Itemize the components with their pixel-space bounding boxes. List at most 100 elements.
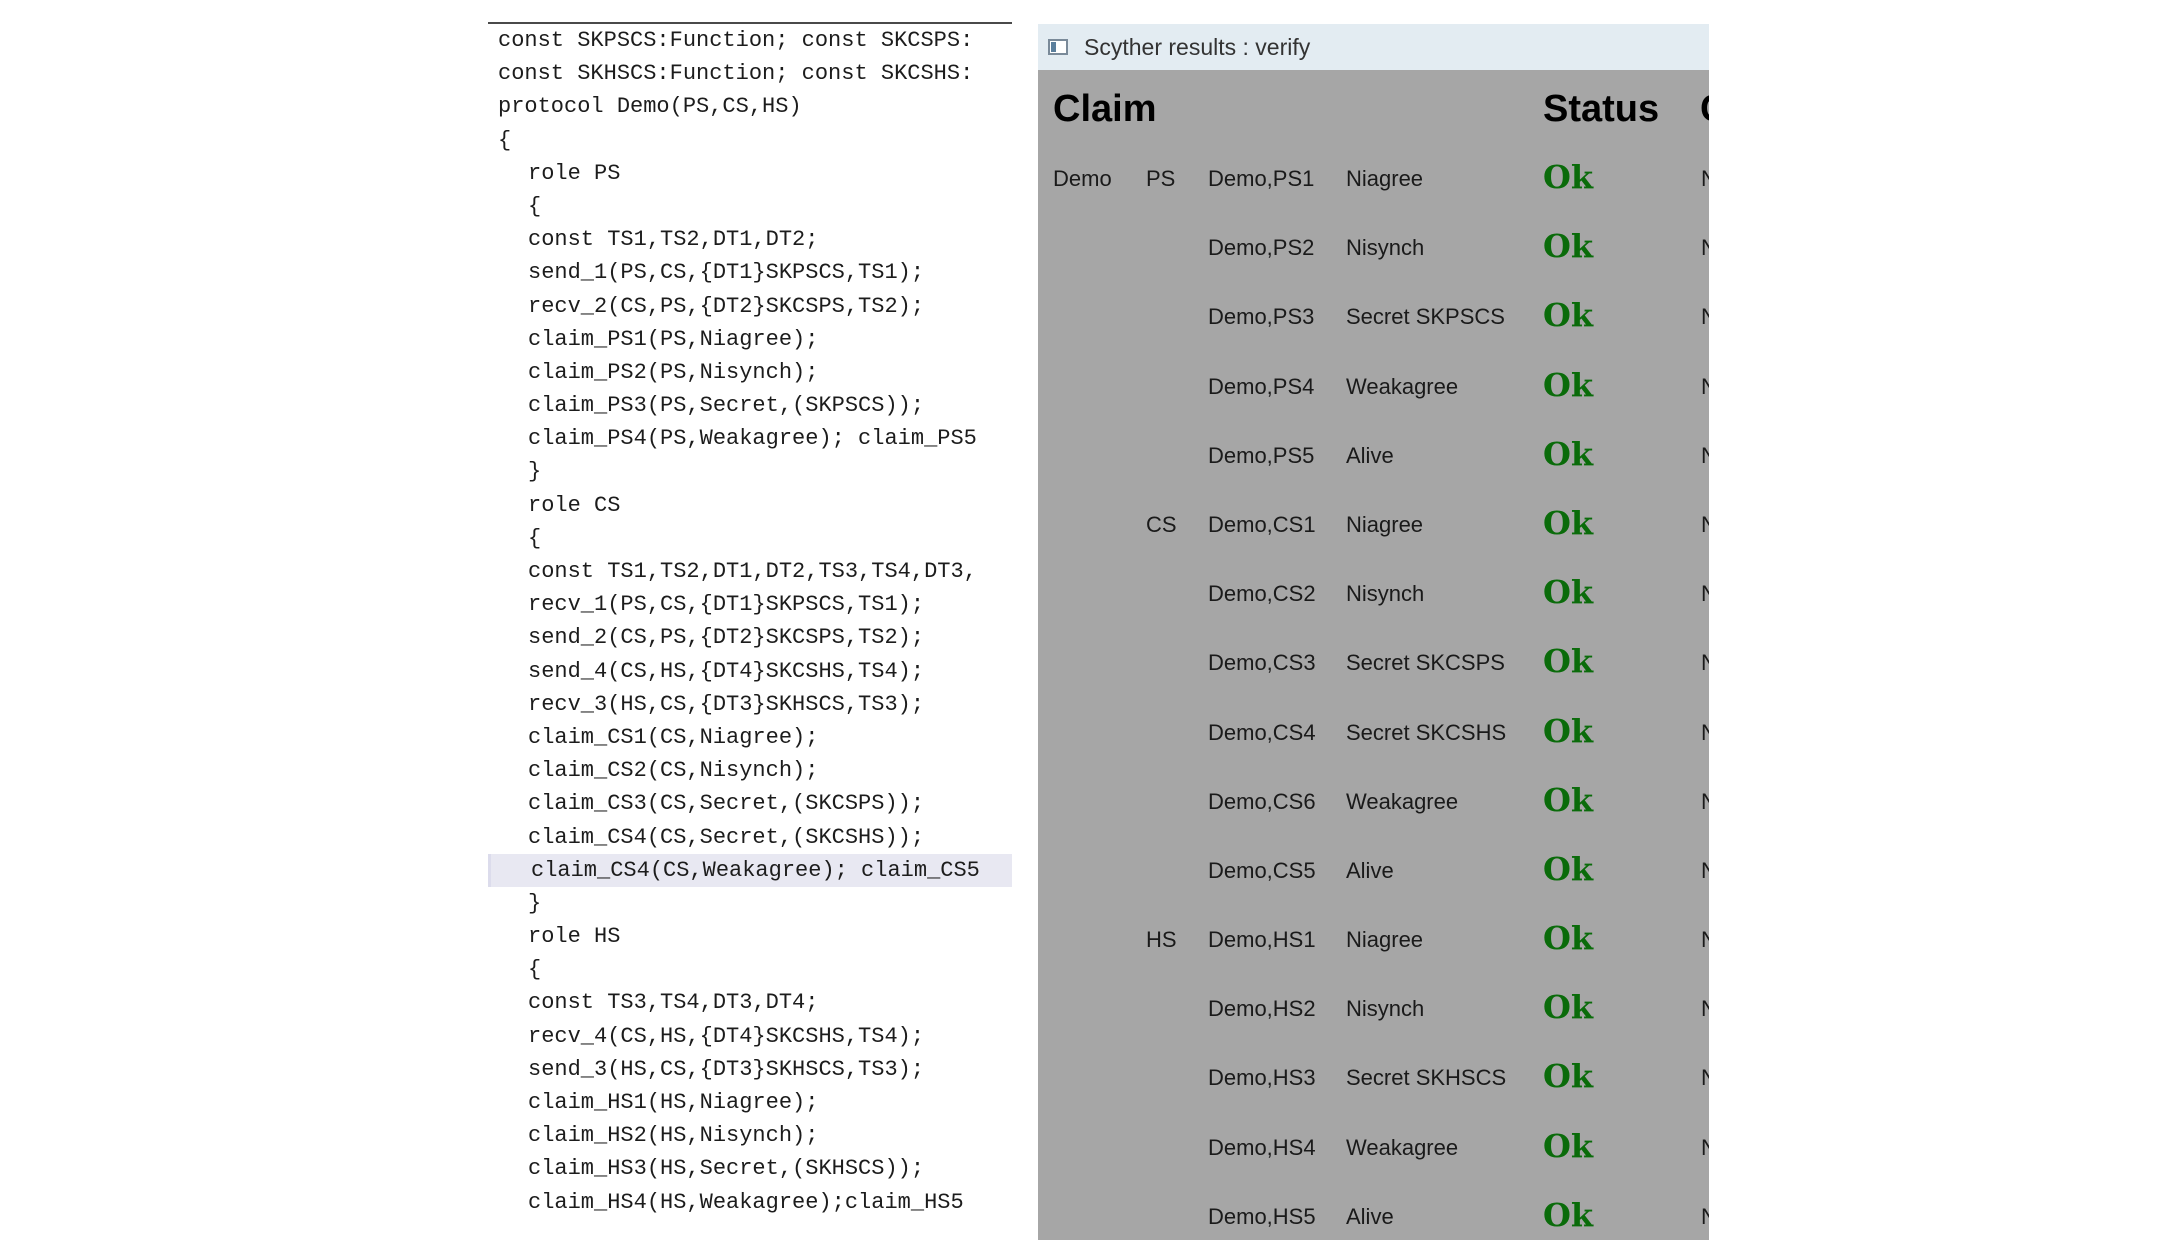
code-line[interactable]: } bbox=[488, 455, 1012, 488]
status-cell: Ok bbox=[1543, 573, 1594, 612]
window-icon bbox=[1048, 39, 1068, 55]
code-line[interactable]: } bbox=[488, 887, 1012, 920]
code-lines: const SKPSCS:Function; const SKCSPS: cons… bbox=[488, 24, 1012, 1219]
status-cell: Ok bbox=[1543, 365, 1594, 404]
claim-id-cell: Demo,HS1 bbox=[1208, 927, 1316, 953]
scyther-results-window[interactable]: Scyther results : verify Claim Status C … bbox=[1038, 24, 1709, 1240]
code-line[interactable]: send_2(CS,PS,{DT2}SKCSPS,TS2); bbox=[488, 621, 1012, 654]
code-line[interactable]: send_1(PS,CS,{DT1}SKPSCS,TS1); bbox=[488, 256, 1012, 289]
status-cell: Ok bbox=[1543, 849, 1594, 888]
code-line[interactable]: claim_HS3(HS,Secret,(SKHSCS)); bbox=[488, 1152, 1012, 1185]
status-cell: Ok bbox=[1543, 919, 1594, 958]
code-line[interactable]: claim_CS2(CS,Nisynch); bbox=[488, 754, 1012, 787]
status-cell: Ok bbox=[1543, 1195, 1594, 1234]
status-cell: Ok bbox=[1543, 503, 1594, 542]
code-line[interactable]: { bbox=[488, 953, 1012, 986]
claim-type-cell: Nisynch bbox=[1346, 581, 1425, 607]
code-line[interactable]: claim_CS4(CS,Weakagree); claim_CS5 bbox=[488, 853, 1012, 887]
result-row: Demo,PS2 Nisynch Ok N bbox=[1038, 217, 1709, 286]
status-cell: Ok bbox=[1543, 434, 1594, 473]
comments-cell: N bbox=[1701, 857, 1709, 883]
claim-type-cell: Weakagree bbox=[1346, 373, 1459, 399]
code-line[interactable]: claim_PS4(PS,Weakagree); claim_PS5 bbox=[488, 422, 1012, 455]
role-cell: HS bbox=[1146, 927, 1177, 953]
code-line[interactable]: role CS bbox=[488, 489, 1012, 522]
code-line[interactable]: { bbox=[488, 190, 1012, 223]
code-line[interactable]: { bbox=[488, 522, 1012, 555]
code-line[interactable]: const SKPSCS:Function; const SKCSPS: bbox=[488, 24, 1012, 57]
comments-cell: N bbox=[1701, 788, 1709, 814]
claim-type-cell: Nisynch bbox=[1346, 235, 1425, 261]
code-line[interactable]: const TS3,TS4,DT3,DT4; bbox=[488, 986, 1012, 1019]
code-line[interactable]: const SKHSCS:Function; const SKCSHS: bbox=[488, 57, 1012, 90]
status-cell: Ok bbox=[1543, 158, 1594, 196]
role-cell: CS bbox=[1146, 511, 1177, 537]
code-line[interactable]: recv_1(PS,CS,{DT1}SKPSCS,TS1); bbox=[488, 588, 1012, 621]
claim-type-cell: Alive bbox=[1346, 857, 1394, 883]
result-row: Demo,PS3 Secret SKPSCS Ok N bbox=[1038, 286, 1709, 355]
comments-cell: N bbox=[1701, 373, 1709, 399]
results-header-row: Claim Status C bbox=[1038, 70, 1709, 148]
code-line[interactable]: { bbox=[488, 124, 1012, 157]
claim-type-cell: Secret SKHSCS bbox=[1346, 1065, 1507, 1091]
comments-cell: N bbox=[1701, 719, 1709, 745]
code-line[interactable]: claim_CS4(CS,Secret,(SKCSHS)); bbox=[488, 821, 1012, 854]
claim-type-cell: Alive bbox=[1346, 1203, 1394, 1229]
claim-column-header: Claim bbox=[1053, 88, 1157, 130]
comments-cell: N bbox=[1701, 1065, 1709, 1091]
result-row: Demo,HS4 Weakagree Ok N bbox=[1038, 1117, 1709, 1186]
comments-cell: N bbox=[1701, 1134, 1709, 1160]
status-cell: Ok bbox=[1543, 1057, 1594, 1096]
result-row: Demo,CS5 Alive Ok N bbox=[1038, 840, 1709, 909]
code-line[interactable]: const TS1,TS2,DT1,DT2; bbox=[488, 223, 1012, 256]
code-line[interactable]: protocol Demo(PS,CS,HS) bbox=[488, 90, 1012, 123]
claim-id-cell: Demo,PS3 bbox=[1208, 304, 1315, 330]
code-line[interactable]: send_3(HS,CS,{DT3}SKHSCS,TS3); bbox=[488, 1053, 1012, 1086]
code-line[interactable]: claim_HS2(HS,Nisynch); bbox=[488, 1119, 1012, 1152]
claim-type-cell: Weakagree bbox=[1346, 788, 1459, 814]
role-cell: PS bbox=[1146, 166, 1176, 191]
comments-cell: N bbox=[1701, 996, 1709, 1022]
claim-id-cell: Demo,CS3 bbox=[1208, 650, 1316, 676]
comments-cell: N bbox=[1701, 511, 1709, 537]
code-line[interactable]: claim_HS4(HS,Weakagree);claim_HS5 bbox=[488, 1186, 1012, 1219]
code-line[interactable]: const TS1,TS2,DT1,DT2,TS3,TS4,DT3, bbox=[488, 555, 1012, 588]
code-line[interactable]: claim_CS1(CS,Niagree); bbox=[488, 721, 1012, 754]
code-line[interactable]: claim_CS3(CS,Secret,(SKCSPS)); bbox=[488, 787, 1012, 820]
comments-cell: N bbox=[1701, 927, 1709, 953]
result-row: Demo,HS3 Secret SKHSCS Ok N bbox=[1038, 1047, 1709, 1116]
code-line[interactable]: recv_4(CS,HS,{DT4}SKCSHS,TS4); bbox=[488, 1020, 1012, 1053]
code-line[interactable]: claim_HS1(HS,Niagree); bbox=[488, 1086, 1012, 1119]
claim-type-cell: Secret SKCSPS bbox=[1346, 650, 1505, 676]
code-line[interactable]: claim_PS2(PS,Nisynch); bbox=[488, 356, 1012, 389]
code-line[interactable]: claim_PS1(PS,Niagree); bbox=[488, 323, 1012, 356]
results-table: Demo PS Demo,PS1 Niagree Ok N Demo,PS2 Nisynch O… bbox=[1038, 148, 1709, 1240]
result-row: Demo,CS3 Secret SKCSPS Ok N bbox=[1038, 632, 1709, 701]
status-column-header: Status bbox=[1543, 88, 1660, 130]
code-line[interactable]: claim_PS3(PS,Secret,(SKPSCS)); bbox=[488, 389, 1012, 422]
claim-type-cell: Secret SKPSCS bbox=[1346, 304, 1505, 330]
code-line[interactable]: role HS bbox=[488, 920, 1012, 953]
claim-id-cell: Demo,PS2 bbox=[1208, 235, 1315, 261]
claim-id-cell: Demo,PS5 bbox=[1208, 442, 1315, 468]
comments-cell: N bbox=[1701, 166, 1709, 191]
status-cell: Ok bbox=[1543, 711, 1594, 750]
code-line[interactable]: role PS bbox=[488, 157, 1012, 190]
comments-cell: N bbox=[1701, 235, 1709, 261]
claim-type-cell: Niagree bbox=[1346, 511, 1424, 537]
code-line[interactable]: recv_2(CS,PS,{DT2}SKCSPS,TS2); bbox=[488, 290, 1012, 323]
code-line[interactable]: recv_3(HS,CS,{DT3}SKHSCS,TS3); bbox=[488, 688, 1012, 721]
code-line[interactable]: send_4(CS,HS,{DT4}SKCSHS,TS4); bbox=[488, 655, 1012, 688]
code-editor-panel[interactable]: const SKPSCS:Function; const SKCSPS: cons… bbox=[488, 22, 1012, 1238]
claim-type-cell: Nisynch bbox=[1346, 996, 1425, 1022]
result-row: Demo,HS5 Alive Ok N bbox=[1038, 1186, 1709, 1240]
result-row: Demo,PS4 Weakagree Ok N bbox=[1038, 356, 1709, 425]
claim-id-cell: Demo,CS4 bbox=[1208, 719, 1316, 745]
window-title-bar[interactable]: Scyther results : verify bbox=[1038, 24, 1709, 70]
claim-id-cell: Demo,HS4 bbox=[1208, 1134, 1316, 1160]
claim-id-cell: Demo,CS2 bbox=[1208, 581, 1316, 607]
claim-id-cell: Demo,HS5 bbox=[1208, 1203, 1316, 1229]
comments-cell: N bbox=[1701, 304, 1709, 330]
comments-cell: N bbox=[1701, 581, 1709, 607]
claim-id-cell: Demo,PS4 bbox=[1208, 373, 1315, 399]
